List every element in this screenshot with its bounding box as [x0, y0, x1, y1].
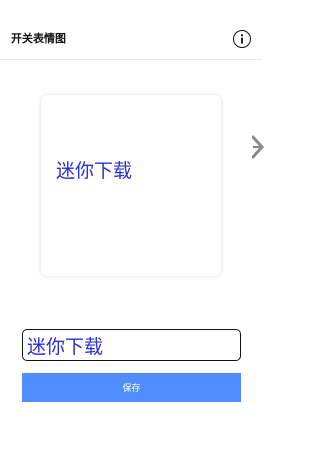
preview-text: 迷你下载: [56, 160, 133, 182]
close-x-icon[interactable]: [252, 134, 266, 160]
info-button[interactable]: [233, 30, 251, 48]
save-button[interactable]: 保存: [22, 373, 241, 402]
preview-card: 迷你下载: [41, 95, 221, 276]
text-input[interactable]: [22, 329, 241, 361]
page-title: 开关表情图: [11, 32, 66, 45]
header-bar: 开关表情图: [0, 0, 262, 60]
info-circle-icon: [240, 34, 244, 44]
